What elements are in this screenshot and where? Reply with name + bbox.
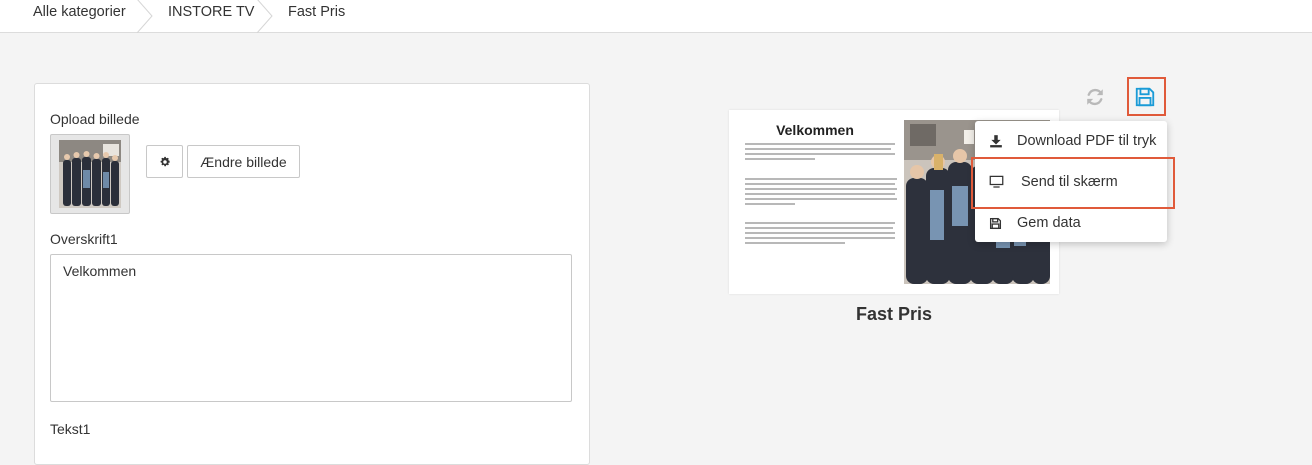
preview-text-line [745, 158, 815, 160]
monitor-icon [989, 175, 1007, 189]
heading1-input[interactable]: Velkommen [50, 254, 572, 402]
save-dropdown-menu: Download PDF til tryk Send til skærm Gem… [975, 121, 1167, 242]
save-menu-button[interactable] [1132, 83, 1158, 111]
breadcrumb-item-instore-tv[interactable]: INSTORE TV [168, 0, 254, 32]
preview-text-line [745, 178, 897, 180]
preview-text-line [745, 153, 895, 155]
menu-item-download-pdf[interactable]: Download PDF til tryk [975, 123, 1167, 159]
breadcrumb-item-fast-pris[interactable]: Fast Pris [288, 0, 345, 32]
template-caption: Fast Pris [855, 304, 933, 324]
heading1-label: Overskrift1 [50, 231, 118, 247]
preview-headline: Velkommen [776, 122, 854, 138]
breadcrumb-separator-icon [256, 0, 273, 33]
breadcrumb: Alle kategorier INSTORE TV Fast Pris [0, 0, 1312, 33]
image-settings-button[interactable] [146, 145, 183, 178]
preview-text-line [745, 242, 845, 244]
save-icon [989, 217, 1007, 230]
preview-text-line [745, 193, 895, 195]
refresh-icon [1087, 88, 1103, 106]
preview-text-line [745, 222, 895, 224]
preview-text-line [745, 148, 891, 150]
menu-item-label: Send til skærm [1021, 174, 1118, 190]
preview-text-line [745, 232, 895, 234]
preview-text-line [745, 237, 895, 239]
breadcrumb-item-all-categories[interactable]: Alle kategorier [33, 0, 126, 32]
download-icon [989, 134, 1007, 148]
save-icon [1135, 87, 1155, 107]
refresh-button[interactable] [1082, 84, 1108, 110]
breadcrumb-separator-icon [136, 0, 153, 33]
edit-form-panel: Opload billede Ændre billede Overskrift1… [34, 83, 590, 465]
preview-text-line [745, 188, 897, 190]
upload-image-label: Opload billede [50, 111, 140, 127]
group-photo-image [59, 140, 121, 208]
preview-text-line [745, 198, 897, 200]
menu-item-send-to-screen[interactable]: Send til skærm [975, 164, 1167, 200]
menu-item-label: Download PDF til tryk [1017, 133, 1157, 149]
menu-item-save-data[interactable]: Gem data [975, 205, 1167, 241]
preview-text-line [745, 183, 895, 185]
change-image-button[interactable]: Ændre billede [187, 145, 300, 178]
gear-icon [160, 156, 170, 166]
menu-item-label: Gem data [1017, 215, 1081, 231]
preview-text-line [745, 227, 893, 229]
text1-label: Tekst1 [50, 421, 91, 437]
preview-text-line [745, 143, 895, 145]
preview-text-line [745, 203, 795, 205]
uploaded-image-thumbnail[interactable] [50, 134, 130, 214]
